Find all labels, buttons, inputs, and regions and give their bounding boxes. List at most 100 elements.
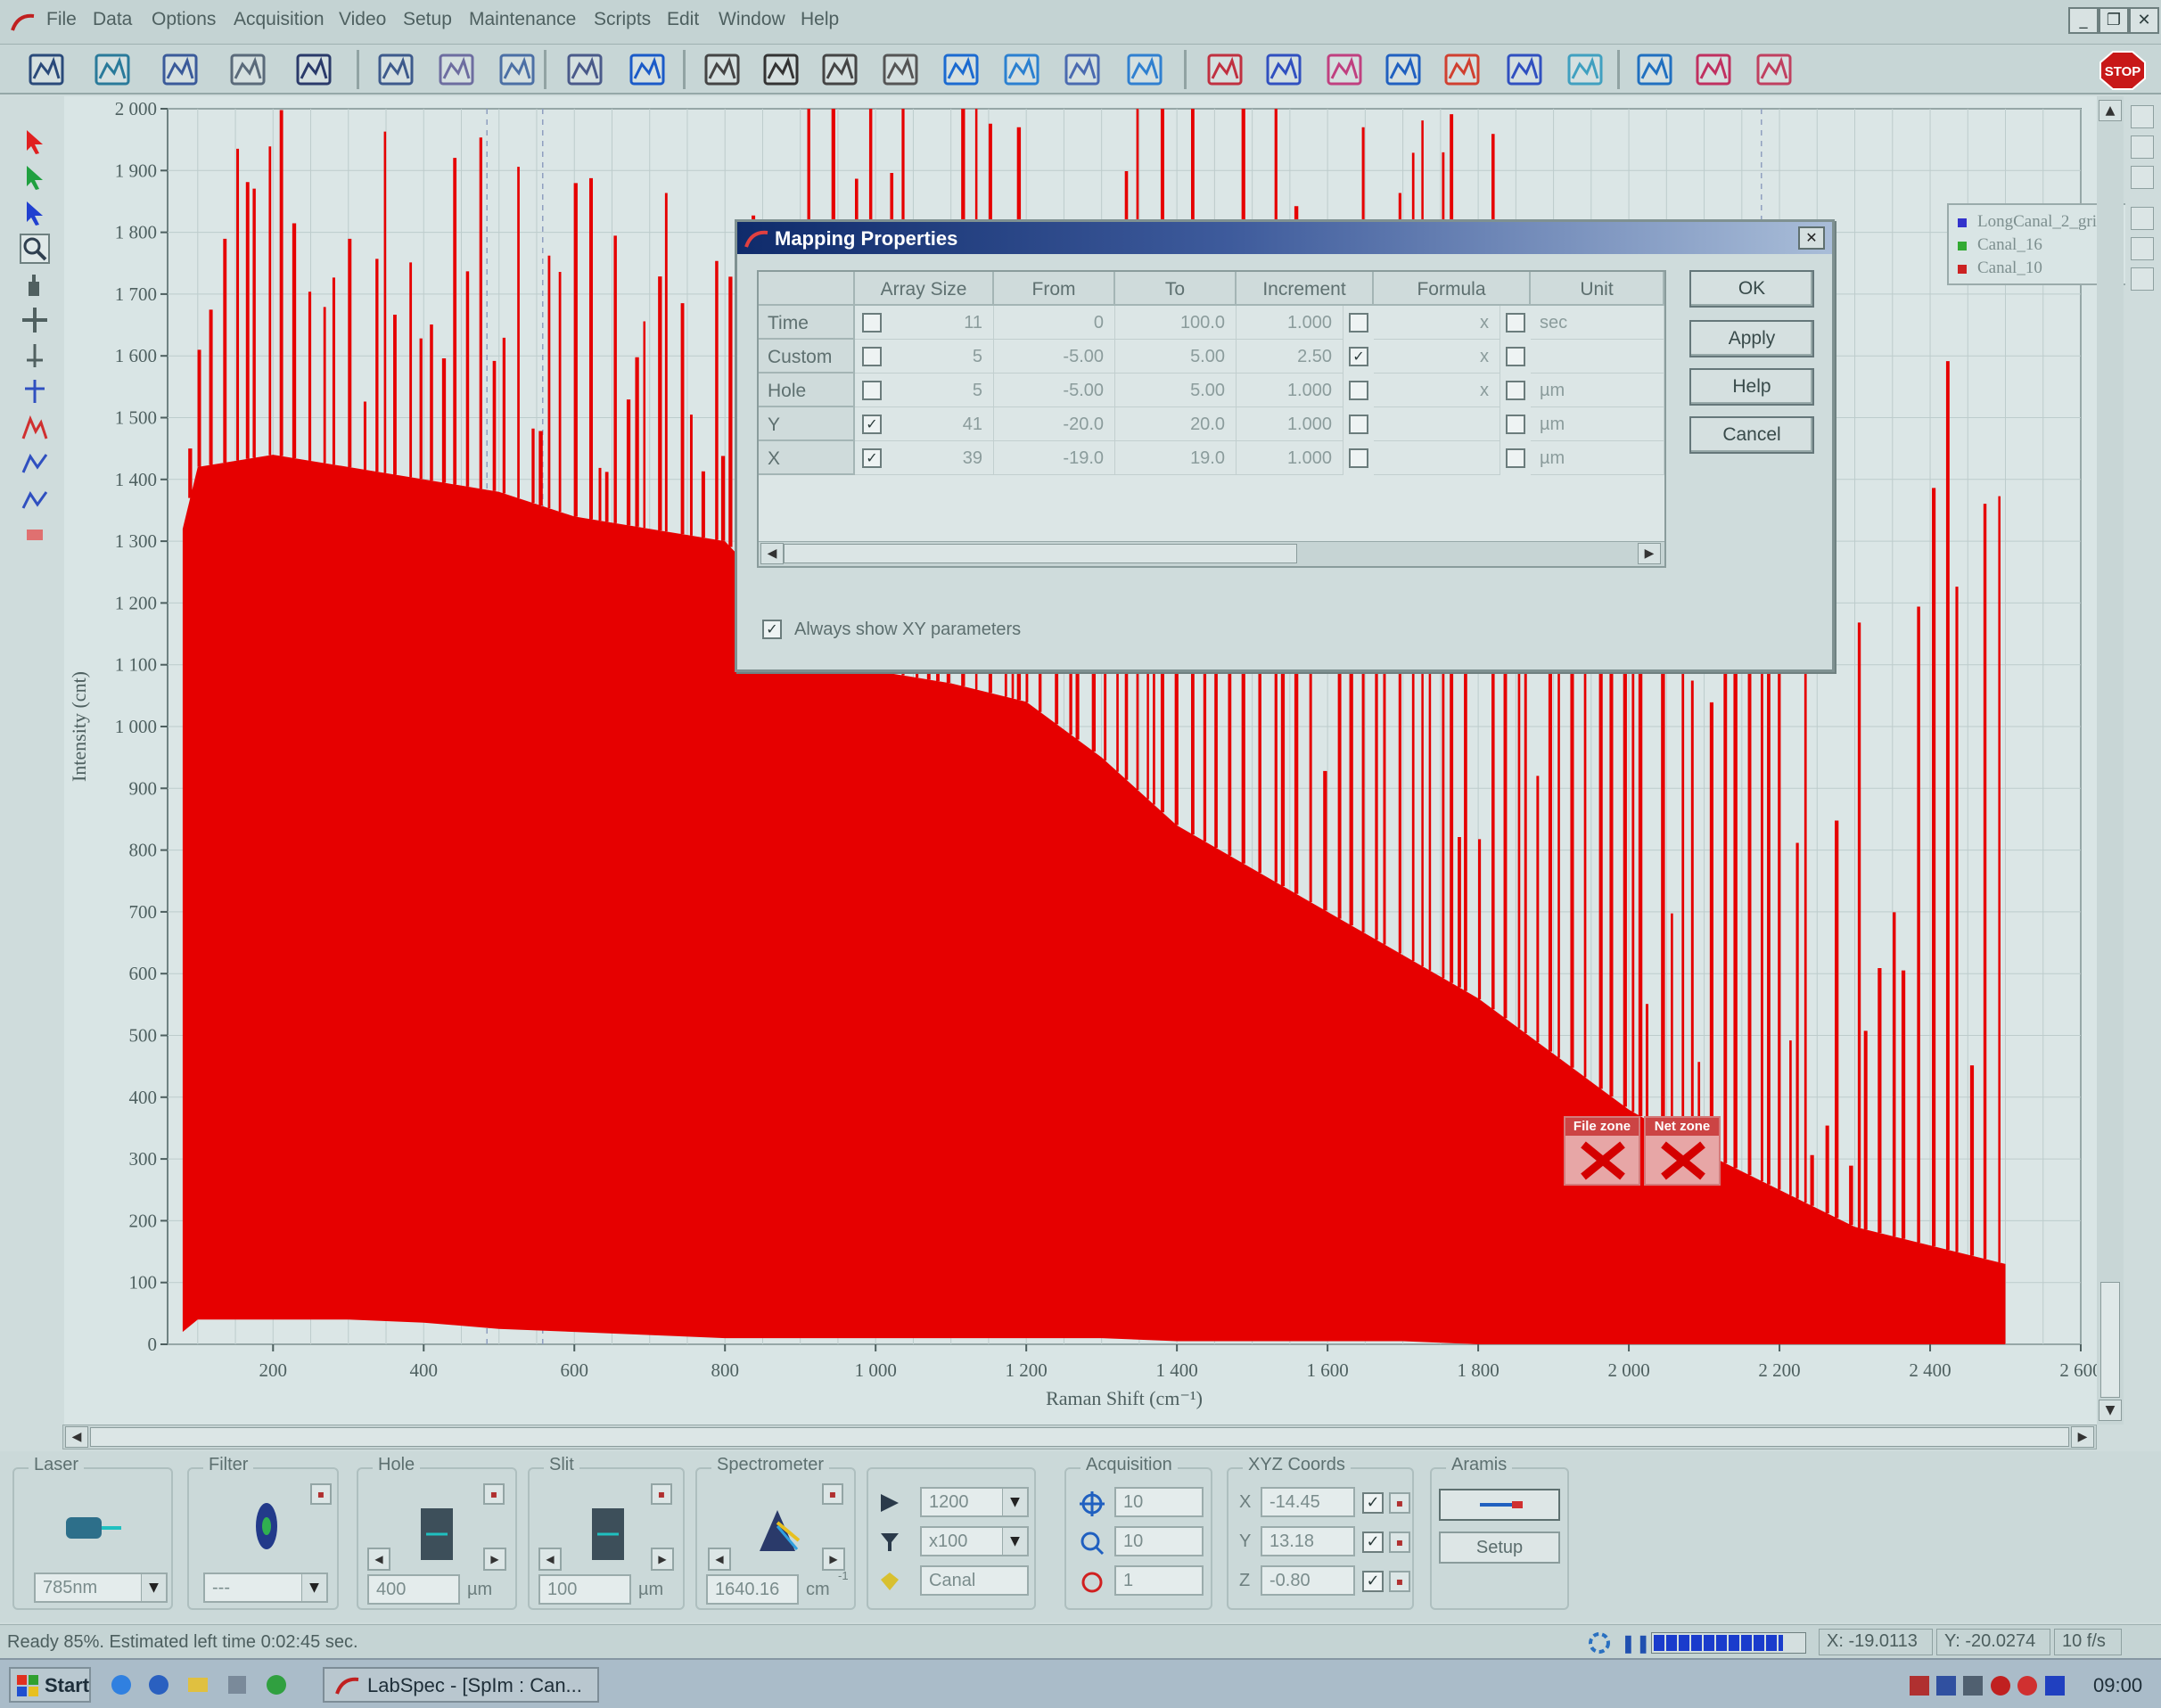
print-icon[interactable] <box>225 48 271 91</box>
mesh-icon[interactable] <box>1321 48 1368 91</box>
menu-window[interactable]: Window <box>719 9 785 30</box>
marker-red-icon[interactable] <box>20 519 50 549</box>
laser-select[interactable]: 785nm ▼ <box>34 1573 168 1603</box>
ok-button[interactable]: OK <box>1689 270 1814 308</box>
menu-options[interactable]: Options <box>152 9 216 30</box>
to-cell[interactable]: 19.0 <box>1115 441 1237 475</box>
grating-select[interactable]: 1200 ▼ <box>920 1487 1029 1517</box>
to-cell[interactable]: 20.0 <box>1115 407 1237 441</box>
from-cell[interactable]: -20.0 <box>994 407 1115 441</box>
z-coord-input[interactable]: -0.80 <box>1261 1565 1355 1596</box>
array-size-cell[interactable]: 5 <box>855 340 994 374</box>
quicklaunch-folder-icon[interactable] <box>185 1672 210 1697</box>
pointer-green-icon[interactable] <box>20 162 50 193</box>
menu-acquisition[interactable]: Acquisition <box>234 9 325 30</box>
markers-icon[interactable] <box>1439 48 1485 91</box>
scroll-thumb[interactable] <box>2100 1282 2120 1398</box>
menu-scripts[interactable]: Scripts <box>594 9 651 30</box>
grid-scroll-thumb[interactable] <box>784 544 1297 563</box>
spectrometer-decrease-button[interactable]: ◀ <box>708 1548 731 1571</box>
formula-checkbox[interactable] <box>1506 313 1525 333</box>
baseline-icon[interactable] <box>20 448 50 478</box>
formula-checkbox[interactable] <box>1506 381 1525 400</box>
multi-peak-icon[interactable] <box>1501 48 1548 91</box>
accumulation-input[interactable]: 10 <box>1114 1526 1204 1556</box>
array-size-cell[interactable]: 41 <box>855 407 994 441</box>
x-coord-input[interactable]: -14.45 <box>1261 1487 1355 1517</box>
camera-icon[interactable] <box>817 48 863 91</box>
hole-input[interactable]: 400 <box>367 1574 460 1605</box>
dialog-close-icon[interactable]: ✕ <box>1798 226 1825 250</box>
increment-checkbox[interactable]: ✓ <box>1349 347 1368 366</box>
help-button[interactable]: Help <box>1689 368 1814 406</box>
grid-table-icon[interactable] <box>23 48 70 91</box>
peak-marker-icon[interactable] <box>20 412 50 442</box>
triangles-icon[interactable] <box>1261 48 1307 91</box>
quicklaunch-ie-icon[interactable] <box>109 1672 134 1697</box>
fit-xy-icon[interactable] <box>373 48 419 91</box>
increment-cell[interactable]: 1.000 <box>1237 306 1343 340</box>
scroll-left-icon[interactable]: ◀ <box>65 1426 88 1448</box>
pause-icon[interactable]: ❚❚ <box>1621 1632 1651 1655</box>
save-disk-icon[interactable] <box>157 48 203 91</box>
hole-decrease-button[interactable]: ◀ <box>367 1548 390 1571</box>
formula-cell[interactable] <box>1374 407 1500 441</box>
grid-map-icon[interactable] <box>938 48 984 91</box>
array-size-cell[interactable]: 11 <box>855 306 994 340</box>
spectrometer-option-button[interactable]: ▪ <box>822 1483 843 1505</box>
formula-cell[interactable]: x <box>1374 340 1500 374</box>
x-coord-option-button[interactable]: ▪ <box>1389 1492 1410 1514</box>
formula-cell[interactable] <box>1374 441 1500 475</box>
scroll-up-icon[interactable]: ▲ <box>2099 100 2122 121</box>
fit-icon[interactable] <box>20 483 50 513</box>
menu-edit[interactable]: Edit <box>667 9 699 30</box>
start-button[interactable]: Start <box>9 1667 91 1703</box>
spectrum-line-icon[interactable] <box>1751 48 1797 91</box>
image-icon[interactable] <box>562 48 608 91</box>
net-zone[interactable]: Net zone <box>1644 1116 1721 1186</box>
strip-toggle-icon[interactable] <box>2131 166 2154 189</box>
menu-video[interactable]: Video <box>339 9 386 30</box>
slit-increase-button[interactable]: ▶ <box>651 1548 674 1571</box>
horizontal-scrollbar[interactable]: ◀ ▶ <box>62 1425 2097 1449</box>
vertical-scrollbar[interactable]: ▲ ▼ <box>2097 96 2124 1425</box>
increment-checkbox[interactable] <box>1349 313 1368 333</box>
formula-cell[interactable]: x <box>1374 306 1500 340</box>
zoom-icon[interactable] <box>20 234 50 264</box>
video-cell-icon[interactable] <box>699 48 745 91</box>
file-zone[interactable]: File zone <box>1564 1116 1640 1186</box>
scroll-left-icon[interactable]: ◀ <box>760 543 784 564</box>
pointer-red-icon[interactable] <box>20 127 50 157</box>
filter-select[interactable]: --- ▼ <box>203 1573 328 1603</box>
strip-toggle-icon[interactable] <box>2131 207 2154 230</box>
slit-input[interactable]: 100 <box>538 1574 631 1605</box>
strip-toggle-icon[interactable] <box>2131 267 2154 291</box>
strip-toggle-icon[interactable] <box>2131 105 2154 128</box>
menu-setup[interactable]: Setup <box>403 9 452 30</box>
info-icon[interactable] <box>624 48 670 91</box>
spectrometer-increase-button[interactable]: ▶ <box>822 1548 845 1571</box>
peaks-icon[interactable] <box>1202 48 1248 91</box>
z-coord-checkbox[interactable]: ✓ <box>1362 1571 1384 1592</box>
close-icon[interactable]: ✕ <box>2129 7 2159 34</box>
pointer-blue-icon[interactable] <box>20 198 50 228</box>
from-cell[interactable]: -19.0 <box>994 441 1115 475</box>
increment-checkbox[interactable] <box>1349 415 1368 434</box>
increment-cell[interactable]: 1.000 <box>1237 441 1343 475</box>
dots-map-icon[interactable] <box>758 48 804 91</box>
taskbar-labspec-item[interactable]: LabSpec - [SpIm : Can... <box>323 1667 599 1703</box>
apply-button[interactable]: Apply <box>1689 320 1814 357</box>
minimize-icon[interactable]: _ <box>2068 7 2099 34</box>
aramis-setup-button[interactable]: Setup <box>1439 1531 1560 1564</box>
array-icon[interactable] <box>877 48 924 91</box>
scroll-down-icon[interactable]: ▼ <box>2099 1400 2122 1421</box>
fit-y-icon[interactable] <box>433 48 480 91</box>
z-coord-option-button[interactable]: ▪ <box>1389 1571 1410 1592</box>
hand-icon[interactable] <box>20 269 50 300</box>
scroll-right-icon[interactable]: ▶ <box>2071 1426 2094 1448</box>
to-cell[interactable]: 5.00 <box>1115 340 1237 374</box>
quicklaunch-desktop-icon[interactable] <box>146 1672 171 1697</box>
acquisition-time-input[interactable]: 10 <box>1114 1487 1204 1517</box>
increment-checkbox[interactable] <box>1349 448 1368 468</box>
stop-button[interactable]: STOP <box>2099 50 2147 91</box>
